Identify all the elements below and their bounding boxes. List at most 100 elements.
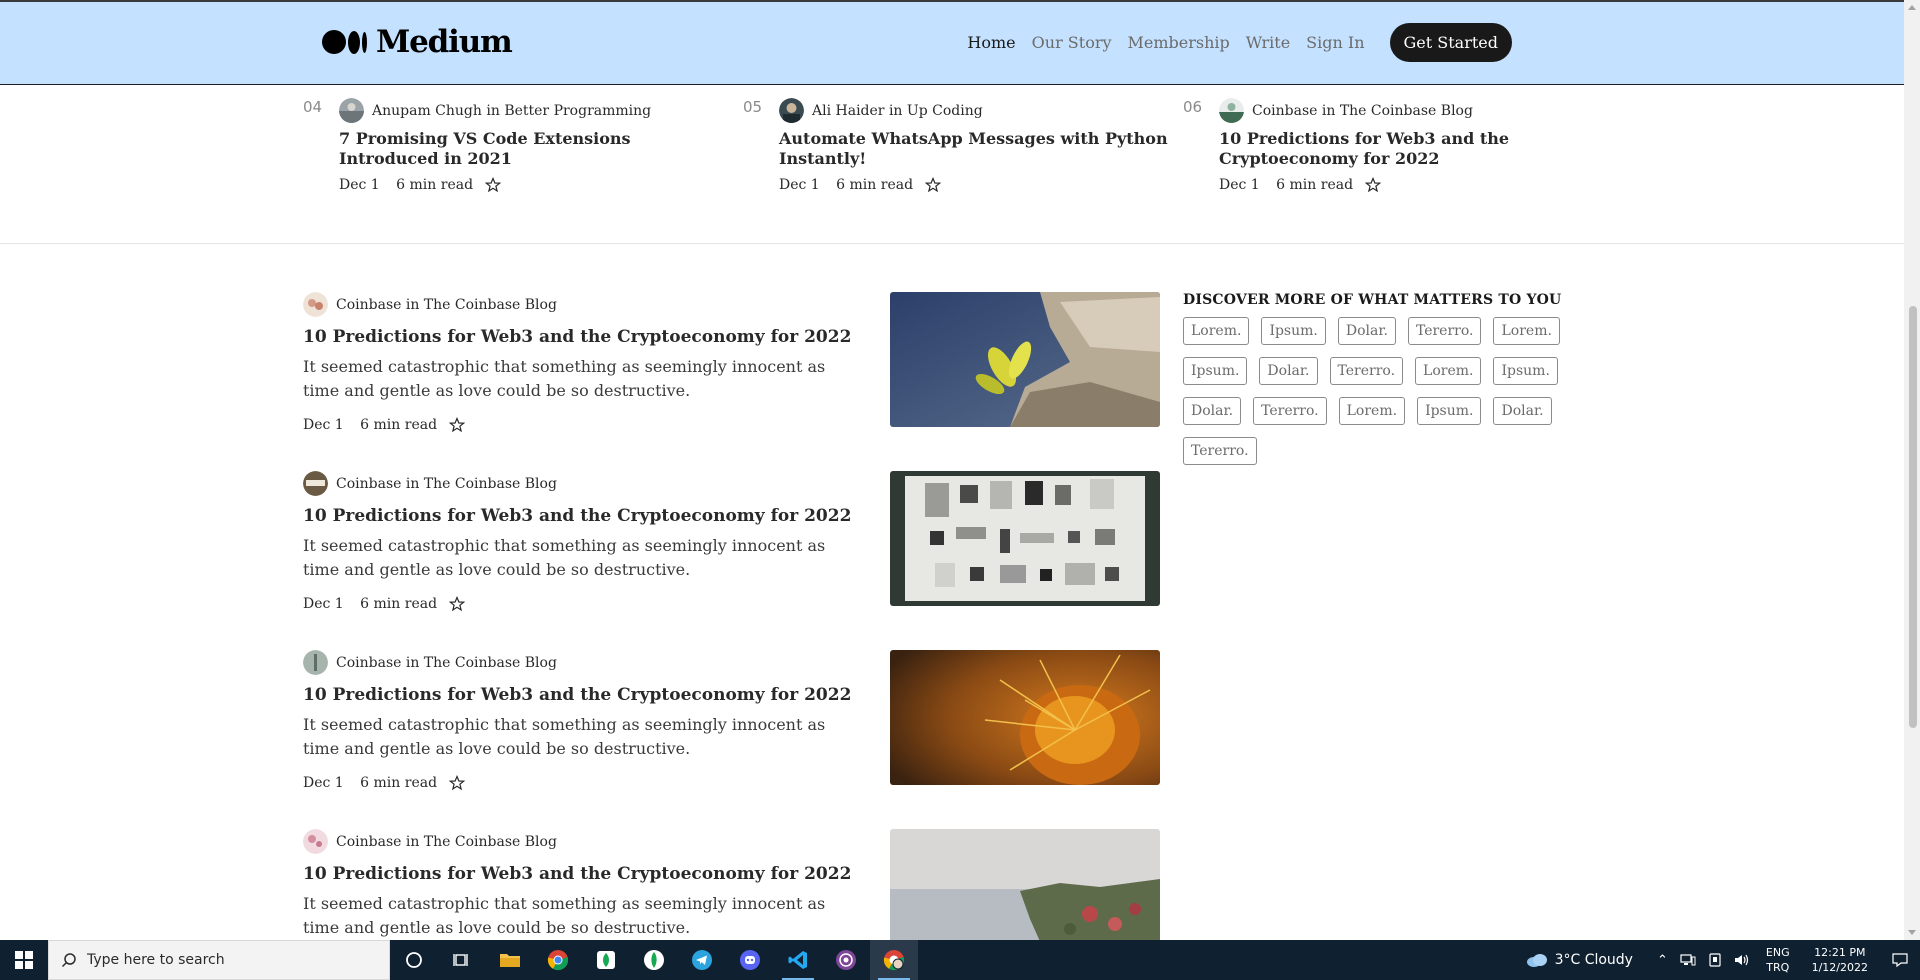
- site-header: Medium Home Our Story Membership Write S…: [0, 2, 1904, 85]
- post-subtitle: It seemed catastrophic that something as…: [303, 715, 826, 758]
- folder-icon: [500, 954, 520, 967]
- scroll-up-arrow-icon[interactable]: [1908, 5, 1916, 10]
- vscode-icon: [788, 951, 807, 969]
- trending-title[interactable]: 10 Predictions for Web3 and the Cryptoec…: [1219, 129, 1609, 169]
- topic-tag[interactable]: Ipsum.: [1493, 357, 1558, 385]
- page-scrollbar[interactable]: [1904, 0, 1920, 940]
- notification-icon: [1892, 953, 1908, 968]
- input-language[interactable]: ENG TRQ: [1766, 945, 1790, 975]
- start-button[interactable]: [0, 940, 48, 980]
- green-leaf-app-icon: [597, 951, 615, 969]
- post-thumbnail-cactus[interactable]: [890, 650, 1160, 785]
- topic-tag[interactable]: Ipsum.: [1417, 397, 1482, 425]
- topic-tag[interactable]: Ipsum.: [1183, 357, 1248, 385]
- weather-widget[interactable]: 3°C Cloudy: [1525, 952, 1633, 968]
- telegram-button[interactable]: [678, 940, 726, 980]
- battery-plug-icon[interactable]: [1708, 953, 1722, 967]
- nav-our-story[interactable]: Our Story: [1032, 33, 1112, 52]
- topic-tag[interactable]: Ipsum.: [1261, 317, 1326, 345]
- tor-browser-button[interactable]: [822, 940, 870, 980]
- cortana-circle-icon: [406, 952, 422, 968]
- nav-home[interactable]: Home: [967, 33, 1015, 52]
- author-avatar: [303, 292, 328, 317]
- trending-author[interactable]: Coinbase in The Coinbase Blog: [1219, 98, 1609, 123]
- chrome-icon: [547, 950, 569, 971]
- topic-tag[interactable]: Lorem.: [1338, 397, 1406, 425]
- discord-icon: [740, 950, 760, 970]
- topic-tag[interactable]: Lorem.: [1415, 357, 1482, 385]
- windows-logo-icon: [15, 951, 33, 969]
- trending-number: 05: [743, 98, 763, 116]
- author-avatar: [779, 98, 804, 123]
- notes-app-button[interactable]: [582, 940, 630, 980]
- bookmark-star-icon[interactable]: [449, 775, 466, 791]
- mongodb-compass-button[interactable]: [630, 940, 678, 980]
- topic-tag[interactable]: Dolar.: [1493, 397, 1552, 425]
- mongodb-leaf-icon: [644, 950, 664, 970]
- telegram-icon: [692, 950, 712, 970]
- trending-author[interactable]: Ali Haider in Up Coding: [779, 98, 1169, 123]
- trending-meta: Dec 1 6 min read: [1219, 177, 1609, 193]
- post-thumbnail-gadgets[interactable]: [890, 471, 1160, 606]
- author-avatar: [339, 98, 364, 123]
- search-icon: [61, 953, 76, 968]
- bookmark-star-icon[interactable]: [925, 177, 942, 193]
- topic-tag[interactable]: Tererro.: [1329, 357, 1404, 385]
- chevron-up-icon[interactable]: ⌃: [1657, 953, 1668, 968]
- medium-logo[interactable]: Medium: [322, 24, 513, 60]
- post-card[interactable]: Coinbase in The Coinbase Blog 10 Predict…: [303, 292, 1161, 471]
- topic-tag[interactable]: Lorem.: [1493, 317, 1560, 345]
- medium-logo-icon: [322, 30, 367, 54]
- get-started-button[interactable]: Get Started: [1389, 23, 1512, 62]
- author-avatar: [1219, 98, 1244, 123]
- bookmark-star-icon[interactable]: [1365, 177, 1382, 193]
- scroll-thumb[interactable]: [1909, 306, 1917, 728]
- tor-onion-icon: [836, 950, 856, 970]
- nav-write[interactable]: Write: [1246, 33, 1290, 52]
- topic-tag[interactable]: Lorem.: [1183, 317, 1250, 345]
- task-view-icon: [453, 954, 468, 966]
- top-nav: Home Our Story Membership Write Sign In …: [951, 23, 1512, 62]
- search-placeholder: Type here to search: [87, 952, 225, 968]
- post-thumbnail-plant[interactable]: [890, 292, 1160, 427]
- topic-tag[interactable]: Dolar.: [1183, 397, 1242, 425]
- topic-tag[interactable]: Dolar.: [1337, 317, 1396, 345]
- system-tray: 3°C Cloudy ⌃ ENG TRQ 12:21 PM 1/12/2022: [1525, 940, 1920, 980]
- nav-sign-in[interactable]: Sign In: [1306, 33, 1364, 52]
- sidebar-title: DISCOVER MORE OF WHAT MATTERS TO YOU: [1183, 292, 1562, 308]
- nav-membership[interactable]: Membership: [1128, 33, 1230, 52]
- post-card[interactable]: Coinbase in The Coinbase Blog 10 Predict…: [303, 471, 1161, 650]
- post-subtitle: It seemed catastrophic that something as…: [303, 536, 826, 579]
- trending-section: 04 Anupam Chugh in Better Programming 7 …: [0, 86, 1904, 244]
- topic-tag[interactable]: Tererro.: [1183, 437, 1257, 465]
- scroll-down-arrow-icon[interactable]: [1908, 930, 1916, 935]
- chrome-profile-button[interactable]: [870, 940, 918, 980]
- author-avatar: [303, 829, 328, 854]
- bookmark-star-icon[interactable]: [449, 596, 466, 612]
- bookmark-star-icon[interactable]: [449, 417, 466, 433]
- vscode-button[interactable]: [774, 940, 822, 980]
- trending-title[interactable]: Automate WhatsApp Messages with Python I…: [779, 129, 1169, 169]
- post-card[interactable]: Coinbase in The Coinbase Blog 10 Predict…: [303, 650, 1161, 829]
- trending-title[interactable]: 7 Promising VS Code Extensions Introduce…: [339, 129, 729, 169]
- author-avatar: [303, 471, 328, 496]
- bookmark-star-icon[interactable]: [485, 177, 502, 193]
- clock[interactable]: 12:21 PM 1/12/2022: [1812, 945, 1868, 975]
- file-explorer-button[interactable]: [486, 940, 534, 980]
- cortana-button[interactable]: [390, 940, 438, 980]
- trending-author[interactable]: Anupam Chugh in Better Programming: [339, 98, 729, 123]
- topic-tag[interactable]: Tererro.: [1407, 317, 1482, 345]
- volume-icon[interactable]: [1734, 953, 1750, 967]
- post-feed: Coinbase in The Coinbase Blog 10 Predict…: [303, 292, 1161, 980]
- task-view-button[interactable]: [438, 940, 486, 980]
- discord-button[interactable]: [726, 940, 774, 980]
- post-subtitle: It seemed catastrophic that something as…: [303, 894, 826, 937]
- trending-meta: Dec 1 6 min read: [339, 177, 729, 193]
- taskbar-search-box[interactable]: Type here to search: [48, 940, 390, 980]
- notification-center-button[interactable]: [1880, 940, 1920, 980]
- network-icon[interactable]: [1680, 953, 1696, 967]
- author-avatar: [303, 650, 328, 675]
- topic-tag[interactable]: Dolar.: [1259, 357, 1318, 385]
- topic-tag[interactable]: Tererro.: [1253, 397, 1327, 425]
- chrome-button[interactable]: [534, 940, 582, 980]
